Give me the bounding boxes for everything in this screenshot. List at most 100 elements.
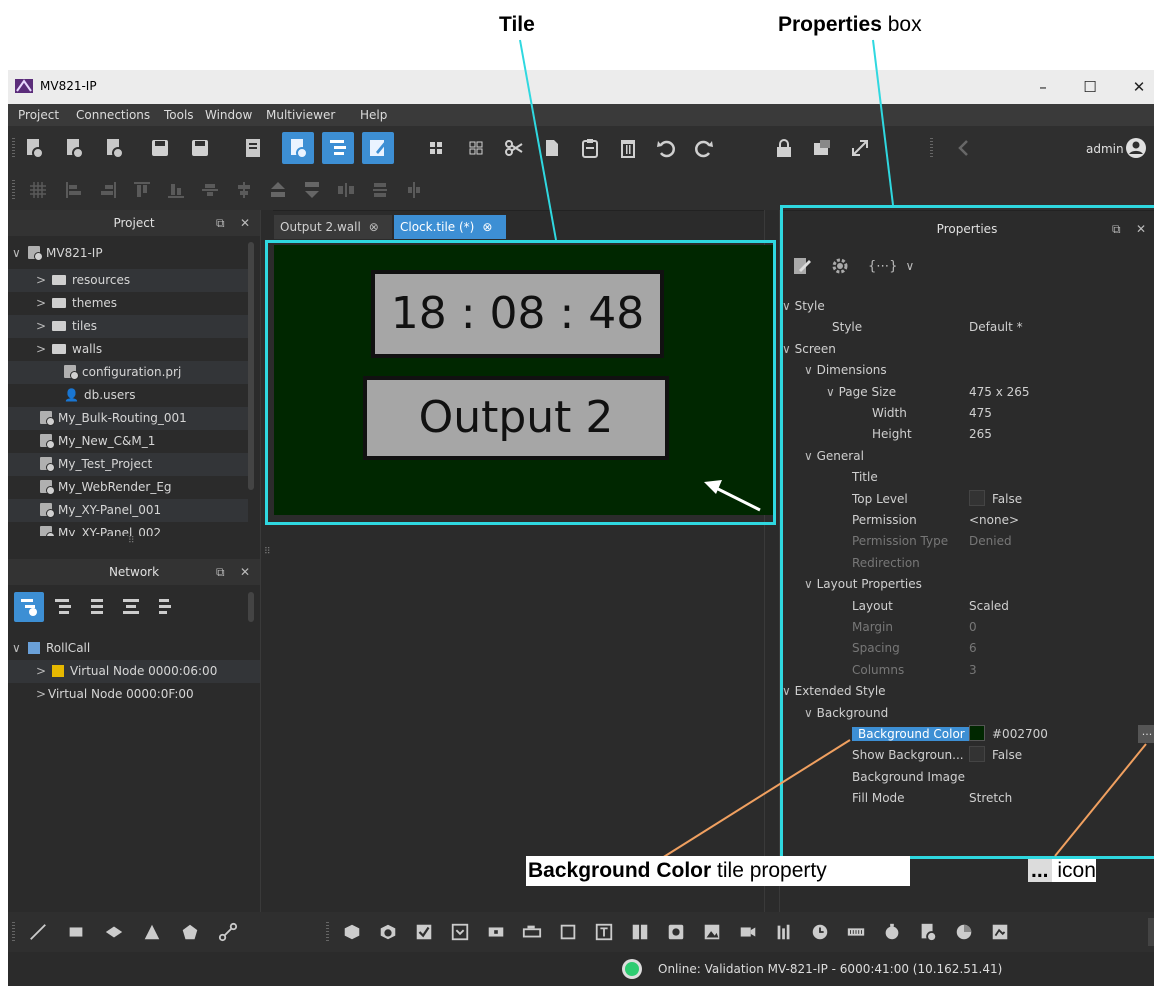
menu-connections[interactable]: Connections bbox=[76, 108, 150, 122]
save-as-icon[interactable] bbox=[184, 132, 216, 164]
tree-expand-icon[interactable] bbox=[48, 592, 78, 622]
line-tool-icon[interactable] bbox=[22, 916, 54, 948]
frame-widget-icon[interactable] bbox=[552, 916, 584, 948]
tree-project[interactable]: My_Bulk-Routing_001 bbox=[8, 407, 248, 430]
new-project-icon[interactable] bbox=[18, 132, 50, 164]
align-right-icon[interactable] bbox=[92, 174, 124, 206]
audio-meter-widget-icon[interactable] bbox=[768, 916, 800, 948]
align-left-icon[interactable] bbox=[58, 174, 90, 206]
menu-window[interactable]: Window bbox=[205, 108, 252, 122]
bring-front-icon[interactable] bbox=[262, 174, 294, 206]
ellipse-tool-icon[interactable] bbox=[98, 916, 130, 948]
lock-icon[interactable] bbox=[768, 132, 800, 164]
import-project-icon[interactable] bbox=[98, 132, 130, 164]
menu-tools[interactable]: Tools bbox=[164, 108, 194, 122]
paste-icon[interactable] bbox=[574, 132, 606, 164]
splitter-handle[interactable]: ⠿ bbox=[128, 536, 135, 546]
panel-close-icon[interactable]: ✕ bbox=[240, 210, 250, 236]
cut-icon[interactable] bbox=[498, 132, 530, 164]
distribute-h-icon[interactable] bbox=[330, 174, 362, 206]
triangle-tool-icon[interactable] bbox=[136, 916, 168, 948]
align-vcenter-icon[interactable] bbox=[194, 174, 226, 206]
toolbar-grip[interactable] bbox=[930, 138, 933, 158]
grid-large-icon[interactable] bbox=[420, 132, 452, 164]
pie-widget-icon[interactable] bbox=[948, 916, 980, 948]
project-tree-scrollbar[interactable] bbox=[248, 242, 254, 490]
clock-widget-icon[interactable] bbox=[804, 916, 836, 948]
grid-small-icon[interactable] bbox=[460, 132, 492, 164]
tree-root[interactable]: ∨ MV821-IP bbox=[8, 242, 248, 265]
tree-folder-resources[interactable]: > resources bbox=[8, 269, 248, 292]
toolbar-grip[interactable] bbox=[12, 922, 15, 942]
properties-doc-icon[interactable] bbox=[238, 132, 270, 164]
send-back-icon[interactable] bbox=[296, 174, 328, 206]
tree-view-icon[interactable] bbox=[322, 132, 354, 164]
network-node[interactable]: > Virtual Node 0000:0F:00 bbox=[8, 683, 260, 706]
text-widget-icon[interactable] bbox=[588, 916, 620, 948]
copy-icon[interactable] bbox=[536, 132, 568, 164]
screen-icon[interactable] bbox=[806, 132, 838, 164]
panel-close-icon[interactable]: ✕ bbox=[240, 559, 250, 585]
tree-project[interactable]: My_Test_Project bbox=[8, 453, 248, 476]
tree-folder-tiles[interactable]: > tiles bbox=[8, 315, 248, 338]
timer-widget-icon[interactable] bbox=[876, 916, 908, 948]
connector-tool-icon[interactable] bbox=[212, 916, 244, 948]
space-evenly-icon[interactable] bbox=[398, 174, 430, 206]
minimize-button[interactable]: – bbox=[1028, 76, 1058, 98]
redo-icon[interactable] bbox=[688, 132, 720, 164]
toolbar-grip[interactable] bbox=[12, 180, 15, 200]
expand-icon[interactable] bbox=[844, 132, 876, 164]
menu-help[interactable]: Help bbox=[360, 108, 387, 122]
widget-toolbar-overflow[interactable] bbox=[1148, 918, 1154, 946]
open-project-icon[interactable] bbox=[58, 132, 90, 164]
align-bottom-icon[interactable] bbox=[160, 174, 192, 206]
tree-folder-walls[interactable]: > walls bbox=[8, 338, 248, 361]
slider-widget-icon[interactable] bbox=[480, 916, 512, 948]
button-widget-icon[interactable] bbox=[660, 916, 692, 948]
editor-scroll-handle[interactable]: ⠿ bbox=[264, 547, 271, 557]
meter-widget-icon[interactable] bbox=[372, 916, 404, 948]
menu-project[interactable]: Project bbox=[18, 108, 59, 122]
align-top-icon[interactable] bbox=[126, 174, 158, 206]
grid-snap-icon[interactable] bbox=[22, 174, 54, 206]
panel-widget-icon[interactable] bbox=[624, 916, 656, 948]
tree-project[interactable]: My_New_C&M_1 bbox=[8, 430, 248, 453]
delete-icon[interactable] bbox=[612, 132, 644, 164]
tab-close-icon[interactable]: ⊗ bbox=[482, 220, 492, 234]
network-view-icon[interactable] bbox=[14, 592, 44, 622]
back-chevron-icon[interactable] bbox=[948, 132, 980, 164]
tree-list-icon[interactable] bbox=[150, 592, 180, 622]
close-button[interactable]: ✕ bbox=[1124, 76, 1154, 98]
counter-widget-icon[interactable] bbox=[840, 916, 872, 948]
dropdown-widget-icon[interactable] bbox=[444, 916, 476, 948]
network-node[interactable]: > Virtual Node 0000:06:00 bbox=[8, 660, 260, 683]
tree-project[interactable]: My_XY-Panel_001 bbox=[8, 499, 248, 522]
tree-project[interactable]: My_XY-Panel_002 bbox=[8, 522, 248, 536]
toolbar-grip[interactable] bbox=[12, 138, 15, 158]
tab-clock-tile[interactable]: Clock.tile (*) ⊗ bbox=[394, 215, 506, 239]
checkbox-widget-icon[interactable] bbox=[408, 916, 440, 948]
tree-collapse-icon[interactable] bbox=[82, 592, 112, 622]
save-icon[interactable] bbox=[144, 132, 176, 164]
toolbar-grip[interactable] bbox=[326, 922, 329, 942]
tile-info-icon[interactable] bbox=[282, 132, 314, 164]
tree-folder-themes[interactable]: > themes bbox=[8, 292, 248, 315]
tab-output-wall[interactable]: Output 2.wall ⊗ bbox=[274, 215, 392, 239]
add-tile-widget-icon[interactable] bbox=[912, 916, 944, 948]
video-widget-icon[interactable] bbox=[732, 916, 764, 948]
menu-multiviewer[interactable]: Multiviewer bbox=[266, 108, 335, 122]
user-icon[interactable] bbox=[1120, 132, 1152, 164]
distribute-v-icon[interactable] bbox=[364, 174, 396, 206]
undo-icon[interactable] bbox=[650, 132, 682, 164]
maximize-button[interactable]: ☐ bbox=[1075, 76, 1105, 98]
webpage-widget-icon[interactable] bbox=[984, 916, 1016, 948]
tree-project[interactable]: My_WebRender_Eg bbox=[8, 476, 248, 499]
undock-icon[interactable]: ⧉ bbox=[216, 210, 225, 236]
polygon-tool-icon[interactable] bbox=[174, 916, 206, 948]
tree-file-users[interactable]: 👤 db.users bbox=[8, 384, 248, 407]
image-widget-icon[interactable] bbox=[696, 916, 728, 948]
tree-file-configuration[interactable]: configuration.prj bbox=[8, 361, 248, 384]
text-input-widget-icon[interactable] bbox=[516, 916, 548, 948]
align-hcenter-icon[interactable] bbox=[228, 174, 260, 206]
rectangle-tool-icon[interactable] bbox=[60, 916, 92, 948]
